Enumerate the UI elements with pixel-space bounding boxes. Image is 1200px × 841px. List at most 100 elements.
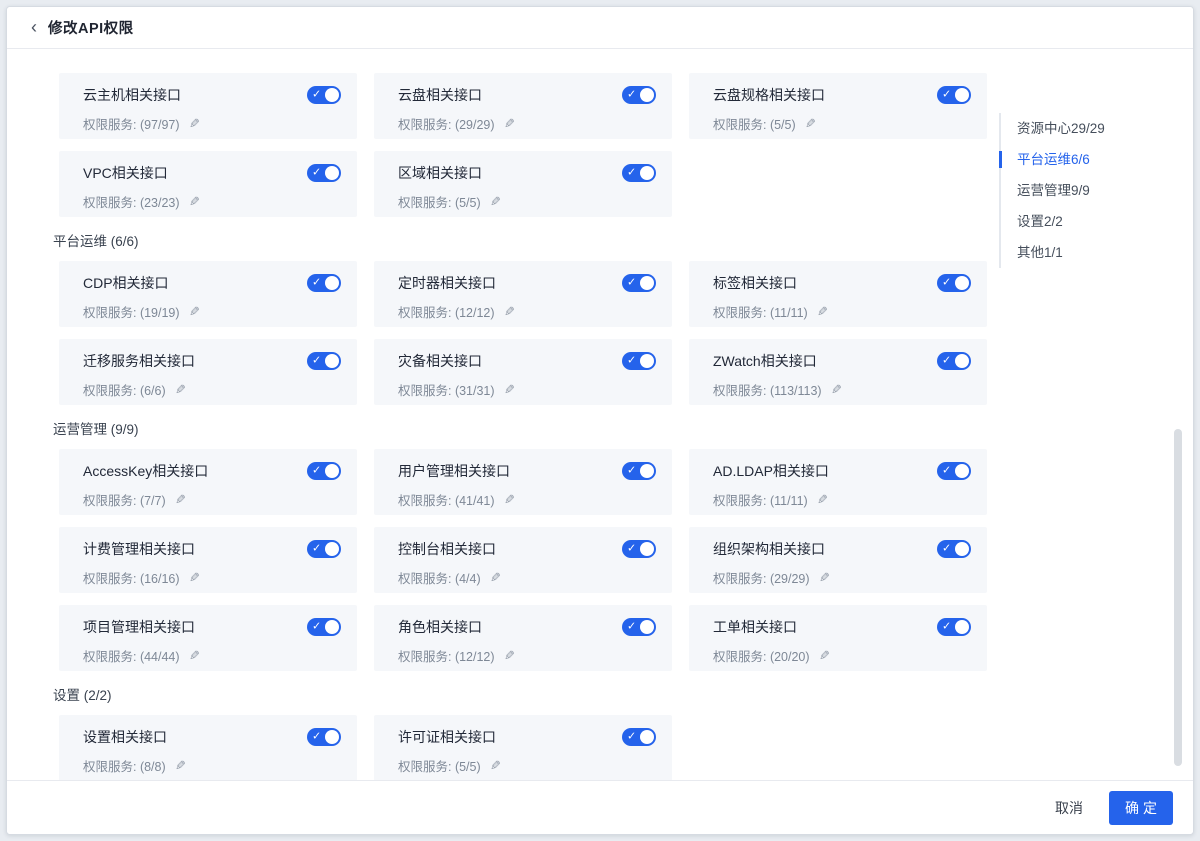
card-title: ZWatch相关接口 xyxy=(713,351,971,371)
api-permission-card: 组织架构相关接口✓权限服务: (29/29)✎ xyxy=(689,527,987,593)
toggle-knob xyxy=(640,464,654,478)
toggle-switch[interactable]: ✓ xyxy=(622,540,656,558)
toggle-knob xyxy=(955,620,969,634)
edit-pencil-icon[interactable]: ✎ xyxy=(504,304,515,320)
card-title: 定时器相关接口 xyxy=(398,273,656,293)
services-count-label: 权限服务: (7/7) xyxy=(83,490,166,509)
toggle-switch[interactable]: ✓ xyxy=(307,274,341,292)
toggle-switch[interactable]: ✓ xyxy=(937,274,971,292)
edit-pencil-icon[interactable]: ✎ xyxy=(189,304,200,320)
toggle-knob xyxy=(325,542,339,556)
card-title: 云盘规格相关接口 xyxy=(713,85,971,105)
section-anchor-nav: 资源中心29/29平台运维6/6运营管理9/9设置2/2其他1/1 xyxy=(999,113,1171,268)
api-permission-card: 设置相关接口✓权限服务: (8/8)✎ xyxy=(59,715,357,780)
edit-pencil-icon[interactable]: ✎ xyxy=(490,194,501,210)
toggle-knob xyxy=(955,354,969,368)
api-permission-card: 云盘规格相关接口✓权限服务: (5/5)✎ xyxy=(689,73,987,139)
toggle-switch[interactable]: ✓ xyxy=(937,462,971,480)
edit-pencil-icon[interactable]: ✎ xyxy=(189,116,200,132)
vertical-scrollbar-thumb[interactable] xyxy=(1174,429,1182,766)
check-icon: ✓ xyxy=(627,465,636,476)
edit-pencil-icon[interactable]: ✎ xyxy=(189,570,200,586)
page-header: ‹ 修改API权限 xyxy=(7,7,1193,49)
card-title: 区域相关接口 xyxy=(398,163,656,183)
check-icon: ✓ xyxy=(942,89,951,100)
card-title: 计费管理相关接口 xyxy=(83,539,341,559)
edit-pencil-icon[interactable]: ✎ xyxy=(831,382,842,398)
toggle-knob xyxy=(325,730,339,744)
toggle-switch[interactable]: ✓ xyxy=(937,86,971,104)
toggle-knob xyxy=(640,354,654,368)
toggle-switch[interactable]: ✓ xyxy=(307,728,341,746)
toggle-knob xyxy=(325,166,339,180)
toggle-switch[interactable]: ✓ xyxy=(622,462,656,480)
edit-pencil-icon[interactable]: ✎ xyxy=(504,116,515,132)
edit-pencil-icon[interactable]: ✎ xyxy=(504,648,515,664)
toggle-switch[interactable]: ✓ xyxy=(622,352,656,370)
card-title: 角色相关接口 xyxy=(398,617,656,637)
edit-pencil-icon[interactable]: ✎ xyxy=(817,304,828,320)
edit-pencil-icon[interactable]: ✎ xyxy=(189,648,200,664)
check-icon: ✓ xyxy=(312,355,321,366)
edit-pencil-icon[interactable]: ✎ xyxy=(805,116,816,132)
toggle-switch[interactable]: ✓ xyxy=(307,462,341,480)
toggle-switch[interactable]: ✓ xyxy=(622,86,656,104)
edit-pencil-icon[interactable]: ✎ xyxy=(504,492,515,508)
services-count-label: 权限服务: (29/29) xyxy=(713,568,810,587)
toggle-knob xyxy=(955,88,969,102)
modal-window: ‹ 修改API权限 云主机相关接口✓权限服务: (97/97)✎云盘相关接口✓权… xyxy=(6,6,1194,835)
anchor-nav-item[interactable]: 资源中心29/29 xyxy=(1001,113,1171,144)
toggle-switch[interactable]: ✓ xyxy=(307,618,341,636)
edit-pencil-icon[interactable]: ✎ xyxy=(490,758,501,774)
toggle-switch[interactable]: ✓ xyxy=(622,274,656,292)
edit-pencil-icon[interactable]: ✎ xyxy=(175,758,186,774)
card-title: 用户管理相关接口 xyxy=(398,461,656,481)
edit-pencil-icon[interactable]: ✎ xyxy=(189,194,200,210)
api-permission-card: 标签相关接口✓权限服务: (11/11)✎ xyxy=(689,261,987,327)
toggle-switch[interactable]: ✓ xyxy=(937,352,971,370)
edit-pencil-icon[interactable]: ✎ xyxy=(819,570,830,586)
edit-pencil-icon[interactable]: ✎ xyxy=(175,492,186,508)
toggle-switch[interactable]: ✓ xyxy=(307,352,341,370)
check-icon: ✓ xyxy=(312,465,321,476)
confirm-button[interactable]: 确定 xyxy=(1109,791,1173,825)
services-count-label: 权限服务: (29/29) xyxy=(398,114,495,133)
edit-pencil-icon[interactable]: ✎ xyxy=(504,382,515,398)
api-permission-card: 迁移服务相关接口✓权限服务: (6/6)✎ xyxy=(59,339,357,405)
anchor-nav-item[interactable]: 其他1/1 xyxy=(1001,237,1171,268)
check-icon: ✓ xyxy=(627,621,636,632)
toggle-switch[interactable]: ✓ xyxy=(622,728,656,746)
api-permission-card: 许可证相关接口✓权限服务: (5/5)✎ xyxy=(374,715,672,780)
api-permission-card: AD.LDAP相关接口✓权限服务: (11/11)✎ xyxy=(689,449,987,515)
back-chevron-icon[interactable]: ‹ xyxy=(31,18,37,36)
anchor-nav-item[interactable]: 平台运维6/6 xyxy=(1001,144,1171,175)
check-icon: ✓ xyxy=(942,465,951,476)
toggle-switch[interactable]: ✓ xyxy=(622,164,656,182)
edit-pencil-icon[interactable]: ✎ xyxy=(819,648,830,664)
toggle-switch[interactable]: ✓ xyxy=(622,618,656,636)
toggle-knob xyxy=(955,542,969,556)
edit-pencil-icon[interactable]: ✎ xyxy=(490,570,501,586)
toggle-switch[interactable]: ✓ xyxy=(307,164,341,182)
card-title: 设置相关接口 xyxy=(83,727,341,747)
toggle-knob xyxy=(325,620,339,634)
anchor-nav-item[interactable]: 运营管理9/9 xyxy=(1001,175,1171,206)
services-count-label: 权限服务: (113/113) xyxy=(713,380,822,399)
edit-pencil-icon[interactable]: ✎ xyxy=(175,382,186,398)
toggle-switch[interactable]: ✓ xyxy=(307,540,341,558)
cancel-button[interactable]: 取消 xyxy=(1055,798,1083,818)
toggle-knob xyxy=(640,88,654,102)
group-header: 设置 (2/2) xyxy=(53,684,1193,704)
api-permission-card: AccessKey相关接口✓权限服务: (7/7)✎ xyxy=(59,449,357,515)
card-title: 云主机相关接口 xyxy=(83,85,341,105)
toggle-switch[interactable]: ✓ xyxy=(937,540,971,558)
card-title: 灾备相关接口 xyxy=(398,351,656,371)
footer-bar: 取消 确定 xyxy=(7,780,1193,834)
toggle-switch[interactable]: ✓ xyxy=(307,86,341,104)
toggle-switch[interactable]: ✓ xyxy=(937,618,971,636)
api-permission-card: 计费管理相关接口✓权限服务: (16/16)✎ xyxy=(59,527,357,593)
toggle-knob xyxy=(640,276,654,290)
anchor-nav-item[interactable]: 设置2/2 xyxy=(1001,206,1171,237)
edit-pencil-icon[interactable]: ✎ xyxy=(817,492,828,508)
api-permission-card: ZWatch相关接口✓ 权限服务: (113/113) ✎ xyxy=(689,339,987,405)
